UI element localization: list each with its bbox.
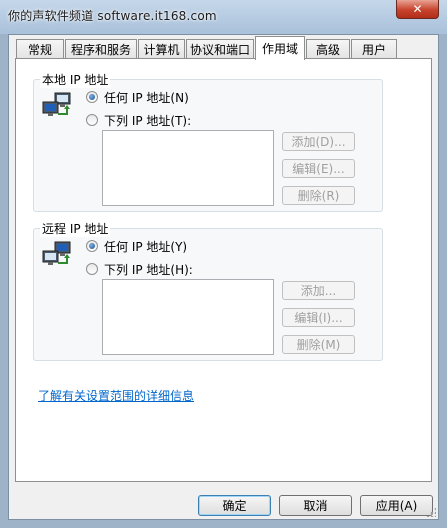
tab-label: 常规 xyxy=(27,43,52,57)
remote-edit-button[interactable]: 编辑(I)... xyxy=(282,308,355,327)
button-label: 应用(A) xyxy=(375,499,418,513)
network-computers-icon xyxy=(42,241,71,265)
button-label: 取消 xyxy=(303,499,328,513)
tab-programs-services[interactable]: 程序和服务 xyxy=(65,39,137,59)
remote-any-ip-option[interactable]: 任何 IP 地址(Y) xyxy=(86,238,187,254)
close-icon: ✕ xyxy=(412,2,423,16)
local-list-ip-radio[interactable] xyxy=(86,114,98,126)
tab-scope[interactable]: 作用域 xyxy=(255,36,305,60)
local-ip-listbox[interactable] xyxy=(102,130,274,206)
network-computers-icon xyxy=(42,92,71,116)
local-any-ip-option[interactable]: 任何 IP 地址(N) xyxy=(86,89,189,105)
tab-advanced[interactable]: 高级 xyxy=(306,39,350,59)
local-list-ip-option[interactable]: 下列 IP 地址(T): xyxy=(86,112,191,128)
dialog-client: 常规 程序和服务 计算机 协议和端口 作用域 高级 用户 本地 IP 地址 任何… xyxy=(8,34,439,520)
local-edit-button[interactable]: 编辑(E)... xyxy=(282,159,355,178)
button-label: 确定 xyxy=(222,499,247,513)
local-add-button[interactable]: 添加(D)... xyxy=(282,132,355,151)
ok-button[interactable]: 确定 xyxy=(198,495,271,516)
remote-any-ip-radio[interactable] xyxy=(86,240,98,252)
local-ip-group-title: 本地 IP 地址 xyxy=(40,71,111,88)
button-label: 添加... xyxy=(300,284,337,298)
tab-label: 用户 xyxy=(361,43,386,57)
tab-label: 程序和服务 xyxy=(70,43,131,57)
button-label: 编辑(I)... xyxy=(294,311,343,325)
watermark-text: 你的声软件频道 software.it168.com xyxy=(8,9,217,23)
button-label: 删除(R) xyxy=(297,189,340,203)
tab-label: 计算机 xyxy=(143,43,180,57)
button-label: 编辑(E)... xyxy=(292,162,345,176)
button-label: 删除(M) xyxy=(296,338,341,352)
remote-ip-group: 远程 IP 地址 任何 IP 地址(Y) 下列 IP 地址(H): 添加... … xyxy=(33,220,383,361)
remote-add-button[interactable]: 添加... xyxy=(282,281,355,300)
tab-label: 协议和端口 xyxy=(189,43,250,57)
close-button[interactable]: ✕ xyxy=(396,0,439,19)
remote-list-ip-option[interactable]: 下列 IP 地址(H): xyxy=(86,261,193,277)
local-list-ip-label: 下列 IP 地址(T): xyxy=(104,113,192,128)
remote-any-ip-label: 任何 IP 地址(Y) xyxy=(104,239,188,254)
local-ip-group: 本地 IP 地址 任何 IP 地址(N) 下列 IP 地址(T): 添加(D).… xyxy=(33,71,383,212)
tab-label: 作用域 xyxy=(261,42,298,56)
scope-tab-panel: 本地 IP 地址 任何 IP 地址(N) 下列 IP 地址(T): 添加(D).… xyxy=(15,58,432,482)
remote-list-ip-radio[interactable] xyxy=(86,263,98,275)
tab-general[interactable]: 常规 xyxy=(16,39,64,59)
remote-ip-listbox[interactable] xyxy=(102,279,274,355)
cancel-button[interactable]: 取消 xyxy=(279,495,352,516)
tab-protocols-ports[interactable]: 协议和端口 xyxy=(186,39,254,59)
remote-remove-button[interactable]: 删除(M) xyxy=(282,335,355,354)
local-any-ip-label: 任何 IP 地址(N) xyxy=(104,90,189,105)
tab-users[interactable]: 用户 xyxy=(351,39,397,59)
local-remove-button[interactable]: 删除(R) xyxy=(282,186,355,205)
tab-computers[interactable]: 计算机 xyxy=(138,39,185,59)
remote-ip-group-title: 远程 IP 地址 xyxy=(40,220,111,237)
tab-label: 高级 xyxy=(315,43,340,57)
remote-list-ip-label: 下列 IP 地址(H): xyxy=(104,262,193,277)
local-any-ip-radio[interactable] xyxy=(86,91,98,103)
scope-help-link[interactable]: 了解有关设置范围的详细信息 xyxy=(38,387,194,404)
button-label: 添加(D)... xyxy=(291,135,346,149)
apply-button[interactable]: 应用(A) xyxy=(360,495,433,516)
title-bar: 你的声软件频道 software.it168.com ✕ xyxy=(0,0,447,34)
